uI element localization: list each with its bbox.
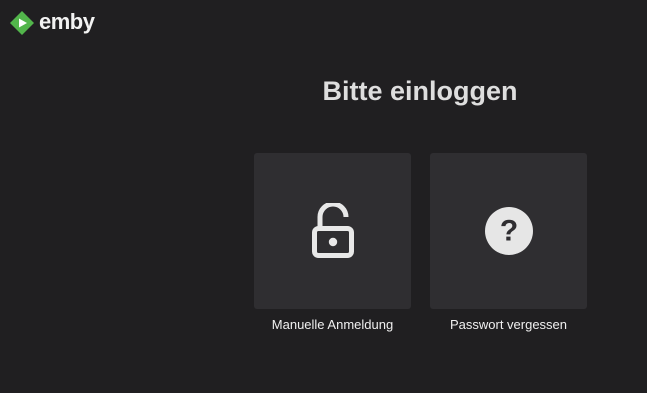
login-page: emby Bitte einloggen Manuelle Anmeldung … bbox=[0, 0, 647, 393]
emby-play-diamond-icon bbox=[10, 11, 34, 35]
manual-login-label: Manuelle Anmeldung bbox=[271, 317, 394, 332]
lock-open-icon bbox=[311, 203, 354, 258]
page-title: Bitte einloggen bbox=[322, 76, 518, 106]
emby-logo[interactable]: emby bbox=[9, 9, 95, 36]
forgot-password-button[interactable]: ? bbox=[430, 153, 587, 309]
svg-text:?: ? bbox=[499, 215, 517, 248]
manual-login-button[interactable] bbox=[254, 153, 411, 309]
forgot-password-label: Passwort vergessen bbox=[449, 317, 568, 332]
forgot-password-card[interactable]: ? Passwort vergessen bbox=[430, 153, 587, 333]
question-circle-icon: ? bbox=[484, 207, 533, 255]
logo-text: emby bbox=[39, 9, 95, 34]
manual-login-card[interactable]: Manuelle Anmeldung bbox=[254, 153, 411, 333]
